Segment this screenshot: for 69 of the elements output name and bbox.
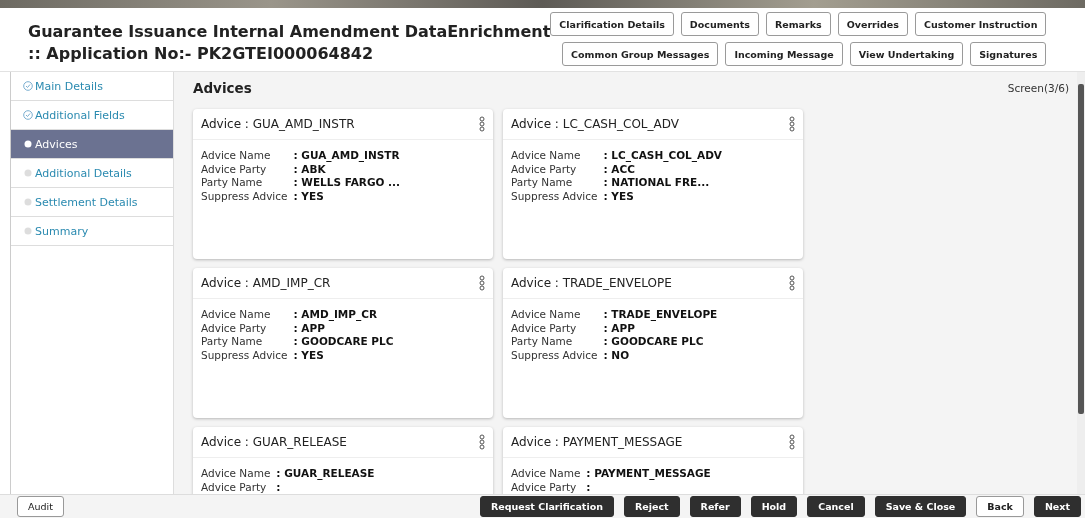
sidebar-item[interactable]: Advices <box>11 130 173 159</box>
field-value: : NATIONAL FRE... <box>603 176 711 190</box>
field-value: : YES <box>293 348 325 362</box>
field-value: : <box>586 480 592 494</box>
field-value: : PAYMENT_MESSAGE <box>586 467 711 481</box>
header-button[interactable]: View Undertaking <box>849 42 964 66</box>
section-title: Advices <box>193 80 252 96</box>
field-label: Party Name <box>201 176 264 190</box>
field-value: : GUA_AMD_INSTR <box>293 149 401 163</box>
header-button[interactable]: Common Group Messages <box>562 42 719 66</box>
field-value: : APP <box>293 321 326 335</box>
field-label: Suppress Advice <box>201 348 288 362</box>
field-value: : ABK <box>293 162 327 176</box>
card-title: Advice : TRADE_ENVELOPE <box>511 276 672 290</box>
application-number: :: Application No:- PK2GTEI000064842 <box>28 44 375 63</box>
field-value: : ACC <box>603 162 636 176</box>
footer-button[interactable]: Save & Close <box>874 496 967 517</box>
header-button[interactable]: Documents <box>680 12 759 36</box>
field-label: Party Name <box>511 335 574 349</box>
footer-button[interactable]: Refer <box>689 496 741 517</box>
field-label: Party Name <box>511 176 574 190</box>
field-label: Advice Party <box>201 321 268 335</box>
field-label: Advice Name <box>201 467 271 481</box>
field-label: Suppress Advice <box>511 189 598 203</box>
field-value: : TRADE_ENVELOPE <box>603 308 718 322</box>
footer-button[interactable]: Hold <box>750 496 798 517</box>
header-button[interactable]: Clarification Details <box>550 12 674 36</box>
screen-counter: Screen(3/6) <box>1007 82 1069 94</box>
field-value: : APP <box>603 321 636 335</box>
header-button[interactable]: Overrides <box>837 12 908 36</box>
field-value: : WELLS FARGO ... <box>293 176 401 190</box>
header-button[interactable]: Signatures <box>970 42 1047 66</box>
footer-button[interactable]: Reject <box>623 496 680 517</box>
card-title: Advice : LC_CASH_COL_ADV <box>511 117 679 131</box>
field-value: : GOODCARE PLC <box>603 335 705 349</box>
header-button[interactable]: Incoming Message <box>725 42 843 66</box>
page-title: Guarantee Issuance Internal Amendment DataEnrichment <box>28 22 551 41</box>
header-button[interactable]: Customer Instruction <box>914 12 1047 36</box>
field-label: Advice Name <box>511 467 581 481</box>
footer-button[interactable]: Next <box>1033 496 1081 517</box>
card-title: Advice : PAYMENT_MESSAGE <box>511 435 683 449</box>
field-label: Advice Party <box>511 480 578 494</box>
footer-button[interactable]: Request Clarification <box>479 496 614 517</box>
field-label: Suppress Advice <box>511 348 598 362</box>
field-label: Advice Party <box>201 480 268 494</box>
card-title: Advice : GUA_AMD_INSTR <box>201 117 355 131</box>
field-label: Party Name <box>201 335 264 349</box>
card-title: Advice : GUAR_RELEASE <box>201 435 347 449</box>
field-value: : GUAR_RELEASE <box>276 467 375 481</box>
field-label: Advice Name <box>201 308 272 322</box>
field-value: : LC_CASH_COL_ADV <box>603 149 722 163</box>
field-label: Advice Name <box>511 149 582 163</box>
field-value: : YES <box>603 189 635 203</box>
field-label: Advice Party <box>201 162 268 176</box>
field-value: : YES <box>293 189 325 203</box>
field-label: Advice Party <box>511 162 578 176</box>
footer-button[interactable]: Back <box>976 496 1024 517</box>
field-value: : GOODCARE PLC <box>293 335 394 349</box>
field-label: Advice Party <box>511 321 578 335</box>
header-button[interactable]: Remarks <box>765 12 831 36</box>
card-title: Advice : AMD_IMP_CR <box>201 276 331 290</box>
field-value: : NO <box>603 348 631 362</box>
field-label: Suppress Advice <box>201 189 288 203</box>
field-label: Advice Name <box>511 308 582 322</box>
field-value: : AMD_IMP_CR <box>293 308 378 322</box>
field-value: : <box>276 480 282 494</box>
footer-button[interactable]: Cancel <box>807 496 865 517</box>
footer-button[interactable]: Audit <box>17 496 64 517</box>
field-label: Advice Name <box>201 149 272 163</box>
